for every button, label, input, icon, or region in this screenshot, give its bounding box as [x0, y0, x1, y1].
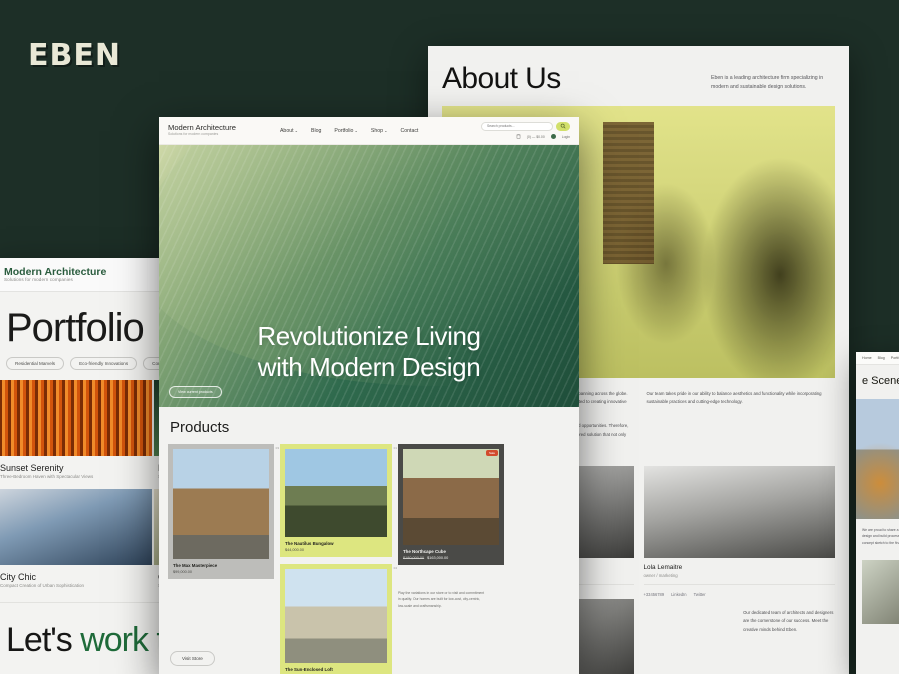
filter-chip-residential[interactable]: Residential Marvels [6, 357, 65, 370]
products-grid: 03 The Max Masterpiece $99,000.00 01 The… [159, 444, 579, 674]
sale-badge: Sale [485, 450, 498, 456]
product-sale-price: $163,000.00 [427, 556, 449, 560]
home-nav-meta: (0) — $0.00 Login [516, 133, 570, 140]
products-column-right: Sale The Northcape Cube $180,000.00 $163,… [398, 444, 504, 674]
hero-headline: Revolutionize Living with Modern Design [159, 321, 579, 382]
portfolio-brand-tagline: Solutions for modern companies [4, 276, 73, 282]
cart-icon[interactable] [516, 133, 521, 140]
nav-link-contact[interactable]: Contact [400, 128, 418, 134]
brand-logo: EBEN [28, 38, 121, 73]
product-image [285, 449, 387, 537]
home-nav-actions: (0) — $0.00 Login [481, 121, 570, 140]
hero-headline-line-2: with Modern Design [257, 351, 481, 382]
visit-store-button[interactable]: Visit Store [170, 651, 215, 666]
about-footer-text-wrap: Our dedicated team of architects and des… [644, 599, 836, 633]
product-name: The Max Masterpiece [173, 563, 218, 568]
blog-hero-image [856, 398, 899, 519]
nav-link-about[interactable]: About [280, 128, 298, 134]
search-input[interactable] [481, 121, 553, 131]
cta-text-plain: Let's [6, 621, 81, 659]
portfolio-item-desc: Three-Bedroom Haven with Spectacular Vie… [0, 474, 94, 479]
filter-chip-eco[interactable]: Eco-friendly Innovations [70, 357, 138, 370]
search-glyph [560, 123, 566, 129]
products-column-center: 01 The Nautilus Bungalow $44,000.00 04 T… [280, 444, 397, 674]
hero-headline-line-1: Revolutionize Living [257, 321, 481, 351]
portfolio-item[interactable]: City Chic Compact Creation of Urban Soph… [0, 489, 152, 596]
mockup-stage: EBEN Modern Architecture Solutions for m… [0, 0, 899, 674]
search-icon[interactable] [556, 121, 570, 131]
account-icon[interactable] [550, 134, 556, 139]
team-member-text-block: Our dedicated team of architects and des… [644, 599, 836, 674]
product-image [403, 449, 499, 545]
cart-total-label[interactable]: (0) — $0.00 [527, 135, 545, 139]
nav-link-shop[interactable]: Shop [371, 128, 388, 134]
team-member-photo [643, 466, 835, 559]
blog-nav-home[interactable]: Home [862, 356, 872, 360]
product-index: 01 [393, 446, 397, 450]
home-navbar: Modern Architecture Solutions for modern… [159, 117, 579, 145]
portfolio-item-desc: Compact Creation of Urban Sophistication [0, 583, 85, 588]
blog-secondary-image [862, 560, 899, 625]
home-hero: Revolutionize Living with Modern Design … [159, 145, 579, 407]
portfolio-brand[interactable]: Modern Architecture Solutions for modern… [4, 265, 107, 283]
product-price: $99,000.00 [173, 570, 193, 574]
about-hero-wood-panel [603, 122, 655, 264]
portfolio-brand-title: Modern Architecture [4, 265, 107, 278]
product-price: $44,000.00 [285, 548, 305, 552]
portfolio-item-name: City Chic [0, 572, 37, 582]
product-name: The Nautilus Bungalow [285, 541, 334, 546]
portfolio-item[interactable]: Sunset Serenity Three-Bedroom Haven with… [0, 380, 152, 487]
home-search-row [481, 121, 570, 131]
about-footer-text: Our dedicated team of architects and des… [743, 610, 834, 632]
products-side-note: Play the variations in our store or to v… [398, 591, 485, 608]
nav-link-portfolio[interactable]: Portfolio [334, 128, 358, 134]
login-label[interactable]: Login [562, 135, 570, 139]
about-header: About Us Eben is a leading architecture … [428, 46, 849, 106]
product-card[interactable]: 04 The Sun-Enclosed Loft $120,000.00 [280, 564, 397, 674]
blog-body-text: We are proud to share a glimpse of our d… [862, 527, 899, 545]
hero-cta-pill[interactable]: View current products [169, 386, 222, 398]
blog-post-title: e Scenes: T any Modul [862, 375, 899, 387]
product-card[interactable]: 01 The Nautilus Bungalow $44,000.00 [280, 444, 397, 557]
product-card[interactable]: Sale The Northcape Cube $180,000.00 $163,… [398, 444, 504, 565]
about-paragraph: Our team takes pride in our ability to b… [646, 391, 822, 405]
blog-nav-portfolio[interactable]: Portfolio [891, 356, 899, 360]
about-subtitle: Eben is a leading architecture firm spec… [711, 75, 824, 91]
team-member-social-1[interactable]: LinkedIn [671, 592, 686, 597]
product-index: 04 [393, 566, 397, 570]
team-member-role: owner / marketing [643, 573, 678, 579]
team-member[interactable]: Lola Lemaitre owner / marketing +3345678… [643, 466, 835, 597]
portfolio-item-name: Sunset Serenity [0, 463, 64, 473]
about-body-column-2: Our team takes pride in our ability to b… [647, 390, 836, 454]
about-page-title: About Us [442, 62, 561, 95]
portfolio-thumbnail [0, 489, 152, 565]
home-brand-tagline: Solutions for modern companies [168, 131, 219, 136]
team-member-links: +33456789 LinkedIn Twitter [643, 584, 835, 597]
blog-page-panel[interactable]: Home Blog Portfolio Shop Contact e Scene… [856, 352, 899, 674]
product-name: The Sun-Enclosed Loft [285, 667, 333, 672]
product-old-price: $180,000.00 [403, 556, 425, 560]
team-member-social-2[interactable]: Twitter [694, 592, 706, 597]
product-name: The Northcape Cube [403, 549, 446, 554]
team-member-phone[interactable]: +33456789 [644, 592, 665, 597]
products-column-left: 03 The Max Masterpiece $99,000.00 [168, 444, 279, 674]
home-page-panel[interactable]: Modern Architecture Solutions for modern… [159, 117, 579, 674]
home-brand[interactable]: Modern Architecture Solutions for modern… [168, 124, 236, 136]
team-member-name: Lola Lemaitre [643, 564, 683, 572]
products-section-title: Products [170, 419, 230, 436]
home-nav-links: About Blog Portfolio Shop Contact [280, 128, 418, 134]
product-image [285, 569, 387, 663]
portfolio-thumbnail [0, 380, 152, 456]
cart-glyph [516, 133, 521, 139]
product-index: 03 [275, 446, 279, 450]
blog-navbar: Home Blog Portfolio Shop Contact [856, 352, 899, 365]
nav-link-blog[interactable]: Blog [311, 128, 321, 134]
product-image [173, 449, 269, 559]
blog-nav-blog[interactable]: Blog [878, 356, 885, 360]
product-card[interactable]: 03 The Max Masterpiece $99,000.00 [168, 444, 279, 579]
product-price: $180,000.00 $163,000.00 [403, 554, 499, 560]
